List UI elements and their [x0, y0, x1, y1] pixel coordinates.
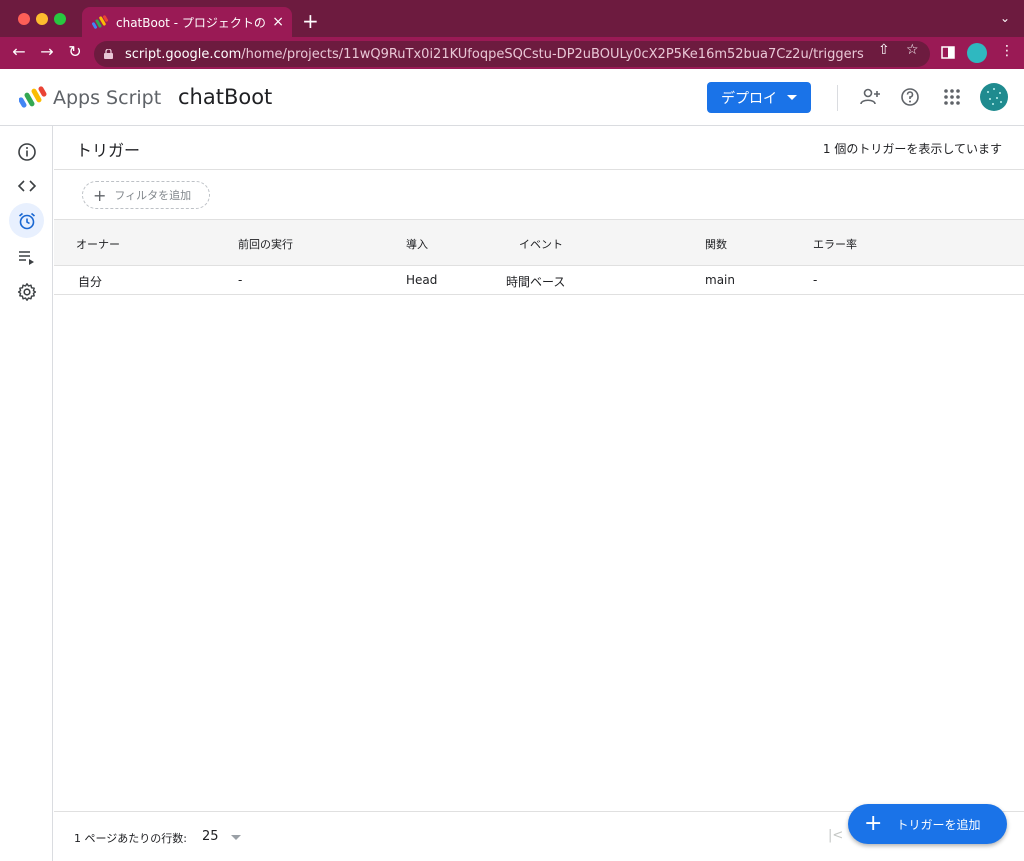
column-header-event[interactable]: イベント: [519, 236, 563, 252]
trigger-count-text: 1 個のトリガーを表示しています: [822, 142, 1002, 156]
browser-menu-icon[interactable]: ⋮: [1000, 43, 1014, 59]
playlist-play-icon: [18, 250, 34, 265]
column-header-deployment[interactable]: 導入: [406, 236, 428, 252]
tab-title: chatBoot - プロジェクトのトリガー: [116, 15, 266, 30]
sidebar-item-overview[interactable]: [9, 134, 44, 169]
column-header-owner[interactable]: オーナー: [76, 236, 120, 252]
help-icon[interactable]: [899, 86, 921, 108]
url-host: script.google.com: [125, 46, 242, 62]
page-title: トリガー: [76, 141, 141, 160]
side-panel-icon[interactable]: [941, 46, 955, 59]
cell-event: 時間ベース: [506, 275, 566, 289]
alarm-clock-icon: [18, 212, 35, 229]
table-row[interactable]: 自分 - Head 時間ベース main -: [54, 266, 1024, 295]
project-name[interactable]: chatBoot: [178, 85, 272, 109]
browser-profile-avatar[interactable]: [967, 43, 987, 63]
apps-script-logo-icon[interactable]: [19, 85, 47, 109]
account-avatar[interactable]: [980, 83, 1008, 111]
caret-down-icon: [787, 95, 797, 100]
google-apps-grid-icon[interactable]: [941, 86, 963, 108]
sidebar-item-settings[interactable]: [9, 274, 44, 309]
rows-per-page-select[interactable]: 25: [202, 829, 219, 844]
header-divider: [837, 85, 838, 111]
table-header: オーナー 前回の実行 導入 イベント 関数 エラー率: [54, 219, 1024, 266]
cell-deployment: Head: [406, 273, 438, 287]
product-name[interactable]: Apps Script: [53, 87, 161, 109]
app-header: Apps Script chatBoot デプロイ: [0, 69, 1024, 126]
caret-down-icon[interactable]: [231, 835, 241, 840]
column-header-last-run[interactable]: 前回の実行: [238, 236, 293, 252]
rows-per-page-label: 1 ページあたりの行数:: [74, 832, 187, 845]
window-minimize-button[interactable]: [36, 13, 48, 25]
column-header-function[interactable]: 関数: [705, 236, 727, 252]
add-trigger-label: トリガーを追加: [896, 817, 981, 832]
triggers-panel: トリガー 1 個のトリガーを表示しています + フィルタを追加 オーナー 前回の…: [54, 126, 1024, 861]
add-trigger-button[interactable]: + トリガーを追加: [848, 804, 1007, 844]
gear-icon: [17, 282, 36, 301]
cell-error-rate: -: [813, 273, 818, 287]
cell-owner: 自分: [78, 275, 103, 289]
reload-icon[interactable]: ↻: [65, 42, 85, 61]
sidebar-item-executions[interactable]: [9, 239, 44, 274]
browser-toolbar: ← → ↻ script.google.com/home/projects/11…: [0, 37, 1024, 69]
address-bar[interactable]: script.google.com/home/projects/11wQ9RuT…: [94, 41, 930, 67]
window-zoom-button[interactable]: [54, 13, 66, 25]
lock-icon: [104, 49, 113, 59]
plus-icon: +: [93, 185, 107, 205]
bookmark-star-icon[interactable]: ☆: [906, 42, 919, 58]
share-icon[interactable]: ⇧: [878, 42, 890, 58]
browser-tab-strip: chatBoot - プロジェクトのトリガー × + ⌄: [0, 0, 1024, 37]
info-icon: [17, 142, 36, 161]
divider: [54, 169, 1024, 170]
code-icon: [17, 179, 36, 192]
deploy-button-label: デプロイ: [721, 90, 777, 107]
url-path: /home/projects/11wQ9RuTx0i21KUfoqpeSQCst…: [241, 46, 864, 62]
forward-arrow-icon[interactable]: →: [37, 42, 57, 61]
cell-last-run: -: [238, 273, 243, 287]
deploy-button[interactable]: デプロイ: [707, 82, 811, 113]
tab-close-icon[interactable]: ×: [272, 14, 284, 30]
plus-icon: +: [864, 811, 883, 836]
url-text: script.google.com/home/projects/11wQ9RuT…: [125, 47, 864, 62]
apps-script-favicon-icon: [92, 15, 108, 29]
browser-tab-active[interactable]: chatBoot - プロジェクトのトリガー ×: [82, 7, 292, 37]
left-sidebar: [0, 126, 53, 861]
tab-search-icon[interactable]: ⌄: [1000, 11, 1010, 25]
new-tab-button[interactable]: +: [302, 9, 319, 33]
back-arrow-icon[interactable]: ←: [9, 42, 29, 61]
avatar-pattern-icon: [987, 88, 1002, 105]
cell-function: main: [705, 273, 735, 287]
sidebar-item-editor[interactable]: [9, 168, 44, 203]
share-person-add-icon[interactable]: [859, 86, 881, 108]
add-filter-label: フィルタを追加: [114, 189, 192, 202]
sidebar-item-triggers[interactable]: [9, 203, 44, 238]
add-filter-button[interactable]: + フィルタを追加: [82, 181, 210, 209]
column-header-error-rate[interactable]: エラー率: [813, 236, 857, 252]
window-close-button[interactable]: [18, 13, 30, 25]
first-page-icon[interactable]: |<: [828, 828, 843, 843]
